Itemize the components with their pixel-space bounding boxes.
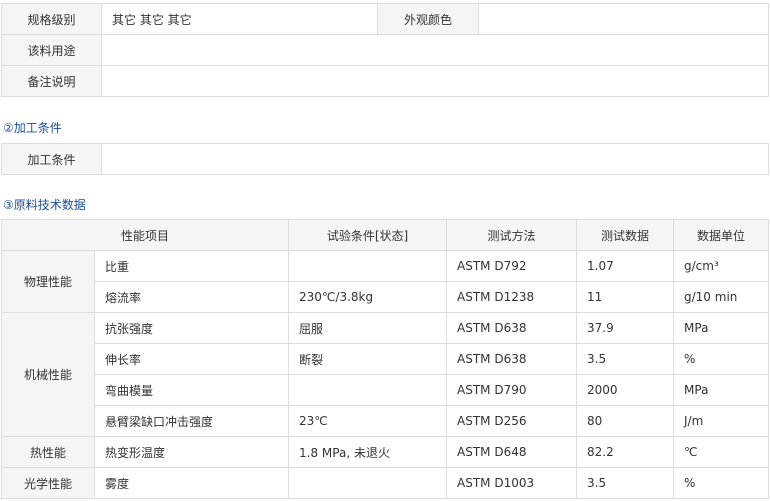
- table-row: 悬臂梁缺口冲击强度 23℃ ASTM D256 80 J/m: [2, 405, 769, 437]
- header-method: 测试方法: [446, 219, 578, 251]
- usage-value: [101, 34, 769, 66]
- property-method: ASTM D648: [446, 436, 578, 468]
- group-mechanical: 机械性能: [1, 312, 95, 437]
- property-item: 比重: [93, 250, 290, 282]
- property-condition: 屈服: [288, 312, 448, 344]
- header-property: 性能项目: [0, 219, 290, 251]
- property-condition: 断裂: [288, 343, 448, 375]
- group-physical: 物理性能: [1, 250, 95, 313]
- basic-info-table: 规格级别 其它 其它 其它 外观颜色 该料用途 备注说明: [1, 3, 769, 97]
- property-item: 悬臂梁缺口冲击强度: [93, 405, 290, 437]
- property-condition: [288, 467, 448, 499]
- property-unit: ℃: [673, 436, 769, 468]
- property-value: 37.9: [576, 312, 675, 344]
- property-value: 1.07: [576, 250, 675, 282]
- header-unit: 数据单位: [673, 219, 769, 251]
- property-value: 2000: [576, 374, 675, 406]
- property-unit: J/m: [673, 405, 769, 437]
- table-row: 伸长率 断裂 ASTM D638 3.5 %: [2, 343, 769, 375]
- table-header-row: 性能项目 试验条件[状态] 测试方法 测试数据 数据单位: [0, 219, 769, 251]
- group-optical: 光学性能: [1, 467, 95, 499]
- remarks-label: 备注说明: [1, 65, 102, 97]
- property-method: ASTM D638: [446, 312, 578, 344]
- property-value: 80: [576, 405, 675, 437]
- tech-data-section-title: ③原料技术数据: [3, 198, 86, 212]
- table-row: 机械性能 抗张强度 屈服 ASTM D638 37.9 MPa: [1, 312, 769, 437]
- property-condition: [288, 250, 448, 282]
- property-unit: MPa: [673, 374, 769, 406]
- property-method: ASTM D638: [446, 343, 578, 375]
- property-unit: MPa: [673, 312, 769, 344]
- property-value: 3.5: [576, 343, 675, 375]
- property-item: 弯曲模量: [93, 374, 290, 406]
- property-value: 82.2: [576, 436, 675, 468]
- property-condition: 23℃: [288, 405, 448, 437]
- property-method: ASTM D1238: [446, 281, 578, 313]
- property-item: 熔流率: [93, 281, 290, 313]
- property-method: ASTM D256: [446, 405, 578, 437]
- property-condition: 230℃/3.8kg: [288, 281, 448, 313]
- processing-section-title: ②加工条件: [3, 121, 62, 135]
- spec-level-value: 其它 其它 其它: [101, 3, 378, 35]
- group-thermal: 热性能: [1, 436, 95, 468]
- table-row: 光学性能 雾度 ASTM D1003 3.5 %: [1, 467, 769, 499]
- table-row: 物理性能 比重 ASTM D792 1.07 g/cm³: [1, 250, 769, 313]
- table-row: 加工条件: [1, 143, 769, 175]
- table-row: 该料用途: [1, 34, 769, 66]
- property-unit: g/10 min: [673, 281, 769, 313]
- processing-table: 加工条件: [1, 143, 769, 175]
- property-method: ASTM D790: [446, 374, 578, 406]
- remarks-value: [101, 65, 769, 97]
- property-unit: %: [673, 467, 769, 499]
- property-unit: %: [673, 343, 769, 375]
- property-item: 热变形温度: [93, 436, 290, 468]
- processing-label: 加工条件: [1, 143, 102, 175]
- header-condition: 试验条件[状态]: [288, 219, 448, 251]
- table-row: 热性能 热变形温度 1.8 MPa, 未退火 ASTM D648 82.2 ℃: [1, 436, 769, 468]
- property-unit: g/cm³: [673, 250, 769, 282]
- color-label: 外观颜色: [377, 3, 479, 35]
- processing-value: [101, 143, 769, 175]
- table-row: 规格级别 其它 其它 其它 外观颜色: [1, 3, 769, 35]
- property-value: 3.5: [576, 467, 675, 499]
- property-method: ASTM D1003: [446, 467, 578, 499]
- property-method: ASTM D792: [446, 250, 578, 282]
- property-value: 11: [576, 281, 675, 313]
- table-row: 熔流率 230℃/3.8kg ASTM D1238 11 g/10 min: [2, 281, 769, 313]
- spec-level-label: 规格级别: [1, 3, 102, 35]
- property-condition: 1.8 MPa, 未退火: [288, 436, 448, 468]
- tech-data-table: 性能项目 试验条件[状态] 测试方法 测试数据 数据单位 物理性能 比重 AST…: [0, 219, 769, 499]
- table-row: 弯曲模量 ASTM D790 2000 MPa: [2, 374, 769, 406]
- color-value: [478, 3, 769, 35]
- header-value: 测试数据: [576, 219, 675, 251]
- property-item: 雾度: [93, 467, 290, 499]
- property-condition: [288, 374, 448, 406]
- property-item: 抗张强度: [93, 312, 290, 344]
- usage-label: 该料用途: [1, 34, 102, 66]
- property-item: 伸长率: [93, 343, 290, 375]
- table-row: 备注说明: [1, 65, 769, 97]
